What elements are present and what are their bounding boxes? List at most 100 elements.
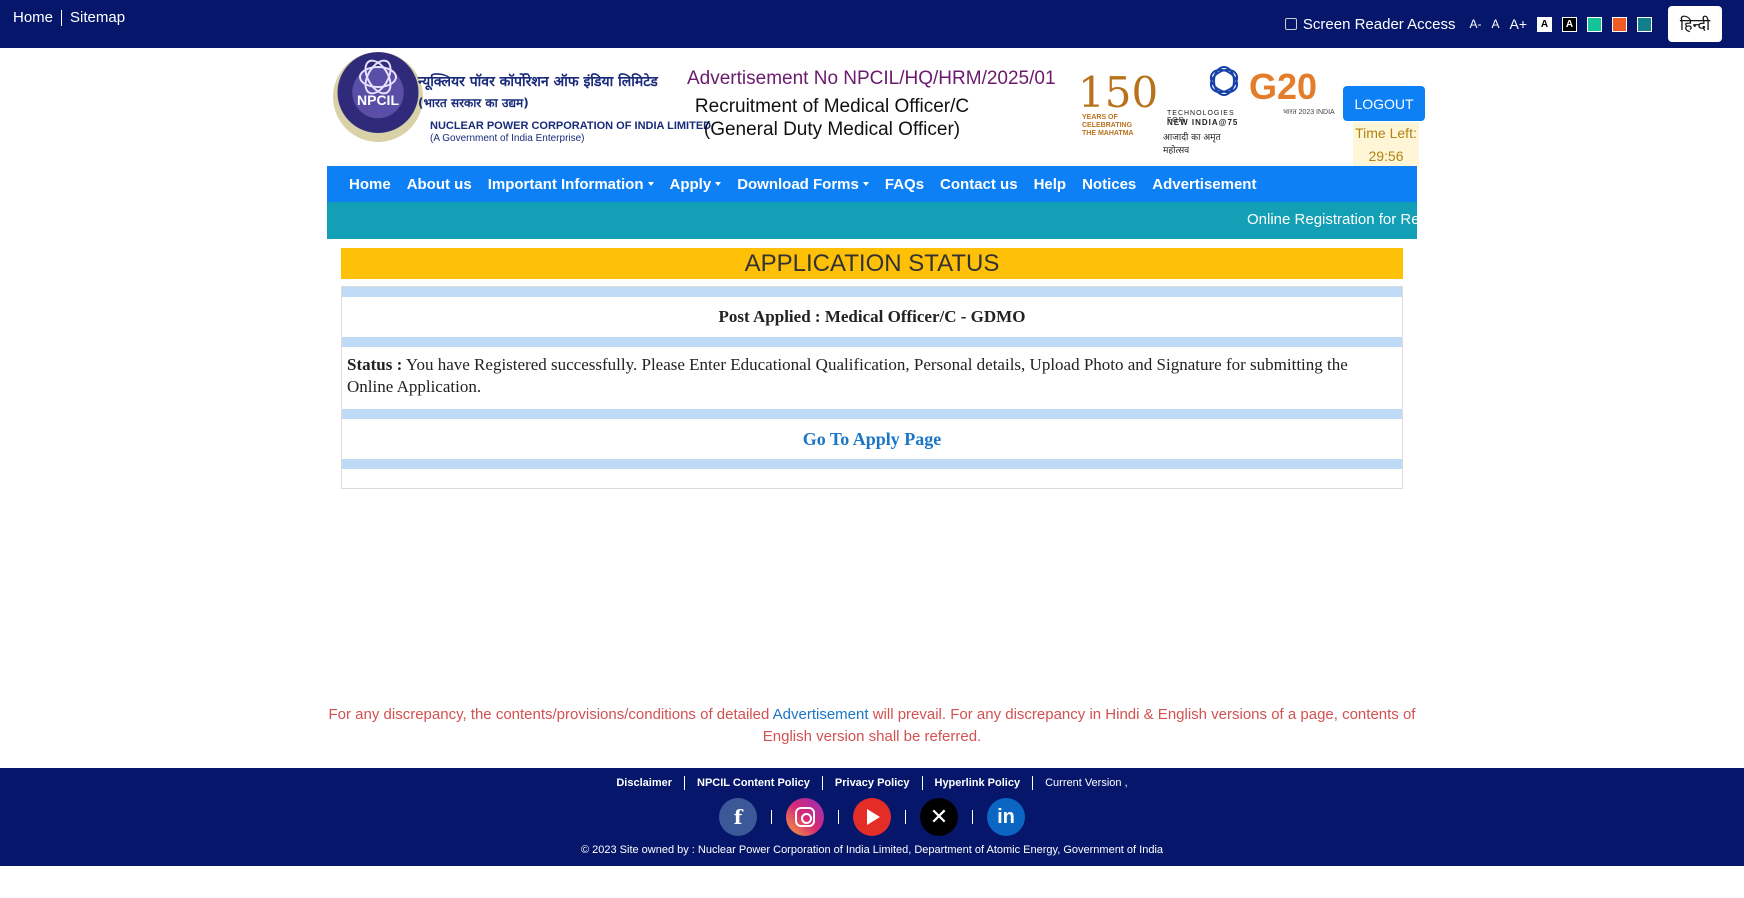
tech-line2: NEW INDIA@75 [1167, 118, 1239, 127]
x-twitter-icon[interactable]: ✕ [920, 798, 958, 836]
nav-important-information[interactable]: Important Information [488, 176, 654, 193]
application-status-panel: Post Applied : Medical Officer/C - GDMO … [341, 286, 1403, 489]
divider [61, 9, 63, 26]
badge-text: YEARS OF CELEBRATING THE MAHATMA [1082, 114, 1134, 137]
nav-download-forms[interactable]: Download Forms [737, 176, 869, 193]
logout-button[interactable]: LOGOUT [1343, 86, 1425, 121]
accessibility-tools: Screen Reader Access A- A A+ A A हिन्दी [1284, 0, 1744, 48]
status-text: You have Registered successfully. Please… [347, 355, 1348, 396]
caret-down-icon [647, 182, 654, 186]
footer-hyperlink-policy-link[interactable]: Hyperlink Policy [935, 777, 1021, 789]
font-increase-button[interactable]: A+ [1509, 16, 1527, 32]
logo-text: NPCIL [357, 92, 399, 108]
divider [838, 810, 839, 824]
caret-down-icon [862, 182, 869, 186]
post-applied: Post Applied : Medical Officer/C - GDMO [718, 307, 1026, 326]
top-links: Home Sitemap [13, 9, 125, 26]
site-header: NPCIL न्यूक्लियर पॉवर कॉर्पोरेशन ऑफ इंडि… [327, 48, 1425, 168]
divider [921, 776, 923, 790]
g20-text: G20 [1249, 66, 1318, 107]
go-to-apply-link[interactable]: Go To Apply Page [803, 429, 942, 449]
language-toggle-button[interactable]: हिन्दी [1668, 6, 1722, 42]
divider [342, 337, 1402, 347]
session-timer: Time Left: 29:56 [1353, 122, 1419, 168]
nav-contact-us[interactable]: Contact us [940, 176, 1018, 193]
status-message: Status : You have Registered successfull… [342, 347, 1402, 409]
g20-sub: भारत 2023 INDIA [1283, 109, 1335, 116]
divider [972, 810, 973, 824]
nav-label: Help [1033, 175, 1067, 193]
go-apply-row: Go To Apply Page [342, 419, 1402, 459]
footer-disclaimer-link[interactable]: Disclaimer [616, 777, 672, 789]
time-left-value: 29:56 [1368, 148, 1404, 164]
theme-green-button[interactable] [1587, 16, 1602, 32]
nav-help[interactable]: Help [1034, 176, 1067, 193]
facebook-icon[interactable]: f [719, 798, 757, 836]
divider [905, 810, 906, 824]
divider [684, 776, 686, 790]
nav-label: Advertisement [1152, 175, 1257, 193]
screen-reader-icon [1284, 18, 1297, 30]
linkedin-icon[interactable]: in [987, 798, 1025, 836]
nav-faqs[interactable]: FAQs [885, 176, 924, 193]
org-sub-english: (A Government of India Enterprise) [430, 133, 585, 144]
font-decrease-button[interactable]: A- [1469, 17, 1481, 31]
divider [342, 409, 1402, 419]
discrepancy-note: For any discrepancy, the contents/provis… [327, 704, 1417, 748]
footer-content-policy-link[interactable]: NPCIL Content Policy [697, 777, 810, 789]
atom-orbit [1205, 63, 1243, 99]
site-footer: Disclaimer NPCIL Content Policy Privacy … [0, 768, 1744, 866]
news-ticker: Online Registration for Re [327, 202, 1417, 239]
advertisement-number: Advertisement No NPCIL/HQ/HRM/2025/01 [687, 68, 1056, 89]
divider [771, 810, 772, 824]
social-links: f ✕ in [0, 798, 1744, 836]
nav-home[interactable]: Home [349, 176, 391, 193]
badge-number: 150 [1078, 68, 1159, 117]
org-name-hindi: न्यूक्लियर पॉवर कॉर्पोरेशन ऑफ इंडिया लिम… [418, 74, 658, 90]
theme-teal-button[interactable] [1637, 16, 1652, 32]
screen-reader-link[interactable]: Screen Reader Access [1284, 16, 1455, 33]
nav-label: Download Forms [737, 175, 859, 193]
footer-links: Disclaimer NPCIL Content Policy Privacy … [0, 776, 1744, 790]
nav-about-us[interactable]: About us [407, 176, 472, 193]
divider [1032, 776, 1034, 790]
org-sub-hindi: (भारत सरकार का उद्यम) [418, 96, 529, 110]
tech-line3: आजादी का अमृत महोत्सव [1163, 133, 1221, 156]
nav-label: Important Information [487, 175, 644, 193]
footer-privacy-policy-link[interactable]: Privacy Policy [835, 777, 910, 789]
divider [821, 776, 823, 790]
recruitment-title: Recruitment of Medical Officer/C (Genera… [694, 96, 970, 140]
nav-label: Home [349, 175, 391, 193]
advertisement-link[interactable]: Advertisement [773, 706, 869, 723]
time-left-label: Time Left: [1355, 125, 1417, 141]
play-glyph [867, 809, 880, 825]
gandhi-150-logo: 150 YEARS OF CELEBRATING THE MAHATMA [1060, 68, 1158, 137]
top-home-link[interactable]: Home [13, 9, 53, 26]
camera-glyph [795, 807, 815, 827]
nav-label: About us [406, 175, 472, 193]
nav-label: Apply [669, 175, 712, 193]
ticker-text[interactable]: Online Registration for Re [1247, 211, 1417, 228]
top-bar: Home Sitemap Screen Reader Access A- A A… [0, 0, 1744, 48]
youtube-icon[interactable] [853, 798, 891, 836]
caret-down-icon [715, 182, 722, 186]
nav-label: Notices [1082, 175, 1137, 193]
main-nav: Home About us Important Information Appl… [327, 166, 1417, 202]
copyright: © 2023 Site owned by : Nuclear Power Cor… [580, 844, 1164, 856]
nav-apply[interactable]: Apply [670, 176, 722, 193]
technologies-logo: TECHNOLOGIES FOR NEW INDIA@75 आजादी का अ… [1159, 63, 1245, 156]
npcil-logo[interactable]: NPCIL [333, 52, 423, 142]
font-normal-button[interactable]: A [1491, 17, 1499, 31]
theme-orange-button[interactable] [1612, 16, 1627, 32]
contrast-white-button[interactable]: A [1537, 16, 1552, 32]
contrast-black-button[interactable]: A [1562, 16, 1577, 32]
divider [342, 459, 1402, 469]
nav-advertisement[interactable]: Advertisement [1152, 176, 1256, 193]
nav-notices[interactable]: Notices [1082, 176, 1136, 193]
status-label: Status : [347, 355, 403, 374]
instagram-icon[interactable] [786, 798, 824, 836]
disclaimer-part1: For any discrepancy, the contents/provis… [328, 706, 773, 723]
nav-label: FAQs [884, 175, 925, 193]
top-sitemap-link[interactable]: Sitemap [70, 9, 125, 26]
current-version: Current Version , [1045, 777, 1128, 789]
